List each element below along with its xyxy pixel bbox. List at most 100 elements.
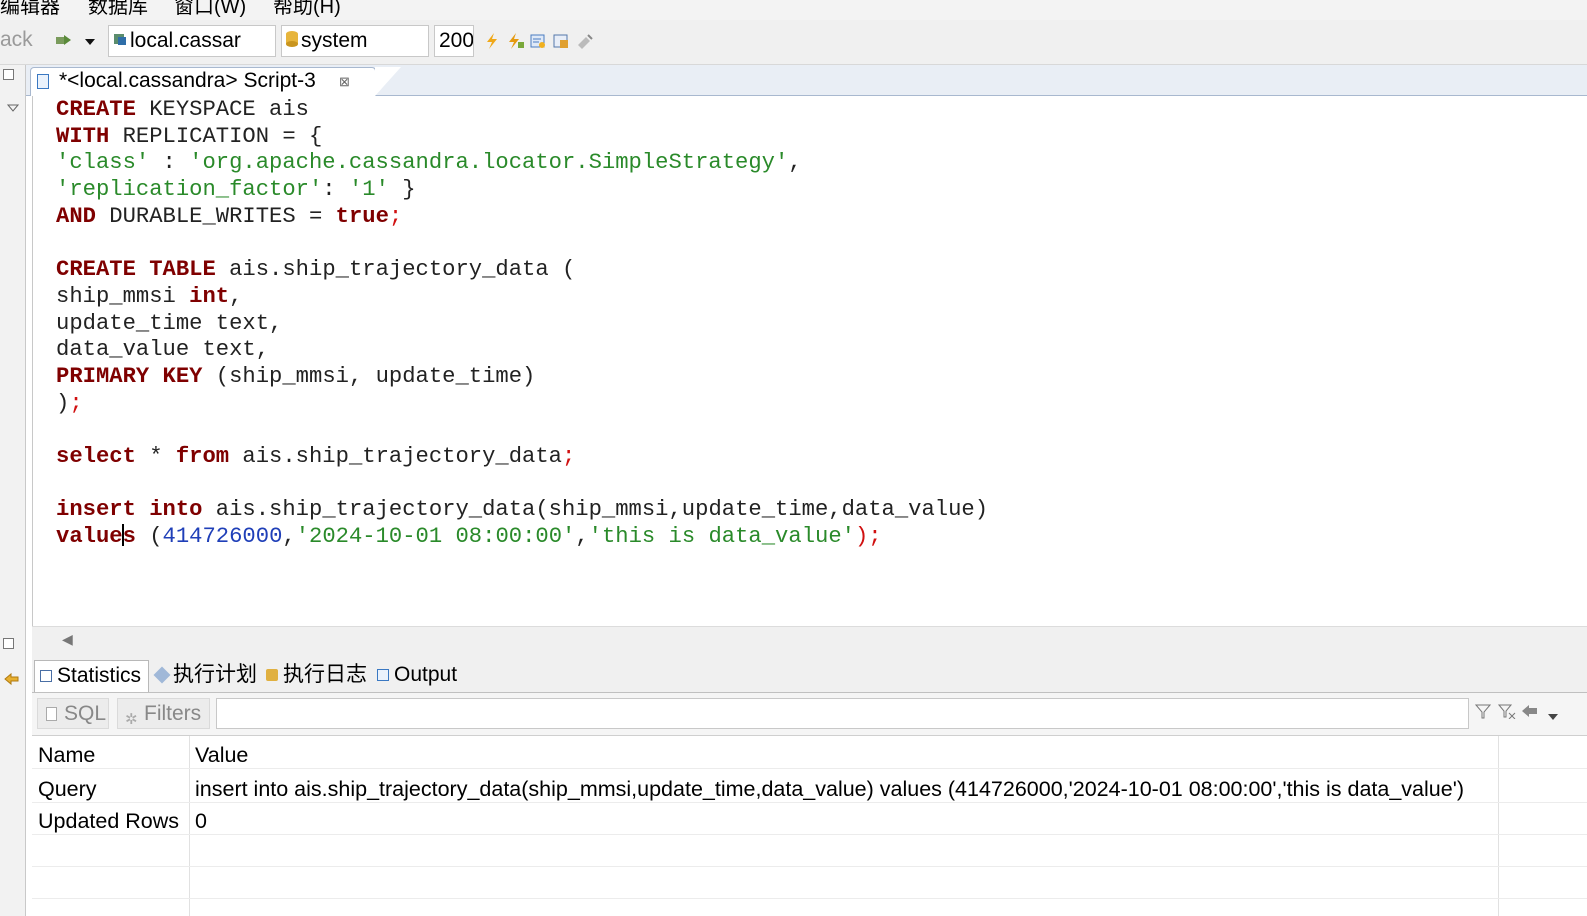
code-token: update_time text, xyxy=(56,310,283,336)
menu-window[interactable]: 窗口(W) xyxy=(174,0,246,19)
code-token: 'this is data_value' xyxy=(588,524,855,549)
code-line: AND DURABLE_WRITES = true; xyxy=(56,204,988,231)
scroll-left-arrow-icon[interactable]: ◀ xyxy=(62,631,73,648)
row-query-value: insert into ais.ship_trajectory_data(shi… xyxy=(195,777,1464,801)
transaction-mode-icon[interactable] xyxy=(55,32,73,53)
statistics-icon xyxy=(40,670,52,682)
sql-button[interactable]: SQL xyxy=(37,698,109,729)
code-token: CREATE xyxy=(56,257,136,283)
sql-code: CREATE KEYSPACE ais WITH REPLICATION = {'… xyxy=(56,97,988,551)
connection-name: local.cassar xyxy=(130,29,241,52)
code-token: AND xyxy=(56,203,96,229)
filters-icon: ✲ xyxy=(125,711,138,728)
code-token: 'replication_factor' xyxy=(56,177,323,203)
header-value: Value xyxy=(195,743,249,767)
filters-button[interactable]: ✲ Filters xyxy=(117,698,210,729)
execute-icon[interactable] xyxy=(484,33,500,49)
dropdown-arrow-icon[interactable] xyxy=(84,34,96,52)
code-line: CREATE TABLE ais.ship_trajectory_data ( xyxy=(56,257,988,284)
horizontal-scrollbar[interactable]: ◀ xyxy=(32,626,1587,655)
result-limit-input[interactable]: 200 xyxy=(434,25,474,57)
code-token: PRIMARY xyxy=(56,363,150,389)
menu-database[interactable]: 数据库 xyxy=(88,0,148,19)
code-token: , xyxy=(575,524,589,549)
filter-bar: SQL ✲ Filters ﹀ xyxy=(32,693,1587,736)
code-token: into xyxy=(149,497,203,523)
code-token: , xyxy=(788,150,802,176)
editor-tab-strip: *<local.cassandra> Script-3 ⊠ xyxy=(26,65,1587,96)
row-divider xyxy=(32,866,1587,867)
menu-editor[interactable]: 编辑器 xyxy=(0,0,60,19)
filter-options-dropdown-icon[interactable] xyxy=(1547,706,1559,726)
view-menu-icon[interactable] xyxy=(6,99,20,117)
tab-output[interactable]: Output xyxy=(372,660,468,692)
code-token: KEY xyxy=(162,363,203,389)
restore-icon[interactable] xyxy=(3,638,14,649)
export-icon[interactable] xyxy=(553,33,569,49)
row-divider xyxy=(32,834,1587,835)
tab-execution-log-label: 执行日志 xyxy=(283,663,367,686)
code-token: true xyxy=(335,203,389,229)
sql-script-icon xyxy=(37,74,49,89)
tab-output-label: Output xyxy=(394,663,458,686)
explain-plan-icon[interactable] xyxy=(530,33,546,49)
row-updated-rows-name: Updated Rows xyxy=(38,809,180,833)
code-line: WITH REPLICATION = { xyxy=(56,124,988,151)
code-token: (ship_mmsi, update_time) xyxy=(202,363,536,389)
code-token: CREATE xyxy=(56,97,136,122)
tab-execution-plan-label: 执行计划 xyxy=(173,663,257,686)
database-icon xyxy=(285,26,299,56)
tab-script-3[interactable]: *<local.cassandra> Script-3 ⊠ xyxy=(30,67,401,96)
toolbar: ack local.cassar system 200 xyxy=(0,20,1587,65)
code-token: * xyxy=(135,443,176,469)
apply-filter-icon[interactable] xyxy=(1474,703,1492,724)
tab-execution-plan[interactable]: 执行计划 xyxy=(151,660,257,692)
tab-execution-log[interactable]: 执行日志 xyxy=(261,660,369,692)
code-token: ; xyxy=(69,390,83,416)
close-tab-icon[interactable]: ⊠ xyxy=(339,69,350,95)
code-token: data_value text, xyxy=(56,337,270,363)
connection-selector[interactable]: local.cassar xyxy=(108,25,276,57)
row-divider xyxy=(32,768,1587,769)
code-token: , xyxy=(229,283,243,309)
code-token: '1' xyxy=(348,177,389,203)
code-token: ( xyxy=(135,524,163,549)
code-line: values (414726000,'2024-10-01 08:00:00',… xyxy=(56,524,988,551)
execute-script-icon[interactable] xyxy=(507,33,524,49)
output-icon xyxy=(377,669,389,681)
link-editor-icon[interactable] xyxy=(3,670,21,693)
code-line: 'replication_factor': '1' } xyxy=(56,177,988,204)
row-divider xyxy=(32,802,1587,803)
rollback-button[interactable]: ack xyxy=(0,28,33,52)
code-token: 414726000 xyxy=(162,524,283,549)
header-name: Name xyxy=(38,743,96,767)
code-line: PRIMARY KEY (ship_mmsi, update_time) xyxy=(56,364,988,391)
schema-name: system xyxy=(301,29,368,52)
filter-history-back-icon[interactable] xyxy=(1521,703,1539,724)
format-sql-icon[interactable] xyxy=(576,33,593,49)
sql-doc-icon xyxy=(46,707,57,721)
clear-filter-icon[interactable] xyxy=(1497,703,1516,724)
tab-title: *<local.cassandra> Script-3 xyxy=(59,69,316,92)
filter-input[interactable]: ﹀ xyxy=(216,698,1469,729)
code-token: ais.ship_trajectory_data xyxy=(229,443,562,469)
code-line: select * from ais.ship_trajectory_data; xyxy=(56,444,988,471)
column-divider xyxy=(189,736,190,916)
code-line: insert into ais.ship_trajectory_data(shi… xyxy=(56,497,988,524)
minimize-icon[interactable] xyxy=(3,69,14,80)
schema-selector[interactable]: system xyxy=(281,25,429,57)
code-token: ); xyxy=(854,524,882,549)
connection-icon xyxy=(112,26,128,56)
tab-statistics-label: Statistics xyxy=(57,664,142,687)
code-token: 'org.apache.cassandra.locator.SimpleStra… xyxy=(189,150,789,176)
code-line: ship_mmsi int, xyxy=(56,284,988,311)
code-token: 'class' xyxy=(56,150,150,176)
tab-statistics[interactable]: Statistics xyxy=(34,660,149,692)
left-panel-gutter xyxy=(0,65,26,916)
sql-editor[interactable]: CREATE KEYSPACE ais WITH REPLICATION = {'… xyxy=(32,96,1587,626)
code-token: insert xyxy=(56,497,136,523)
results-tab-bar: Statistics 执行计划 执行日志 Output xyxy=(32,654,1587,693)
menu-help[interactable]: 帮助(H) xyxy=(273,0,341,19)
code-token: from xyxy=(175,443,230,469)
